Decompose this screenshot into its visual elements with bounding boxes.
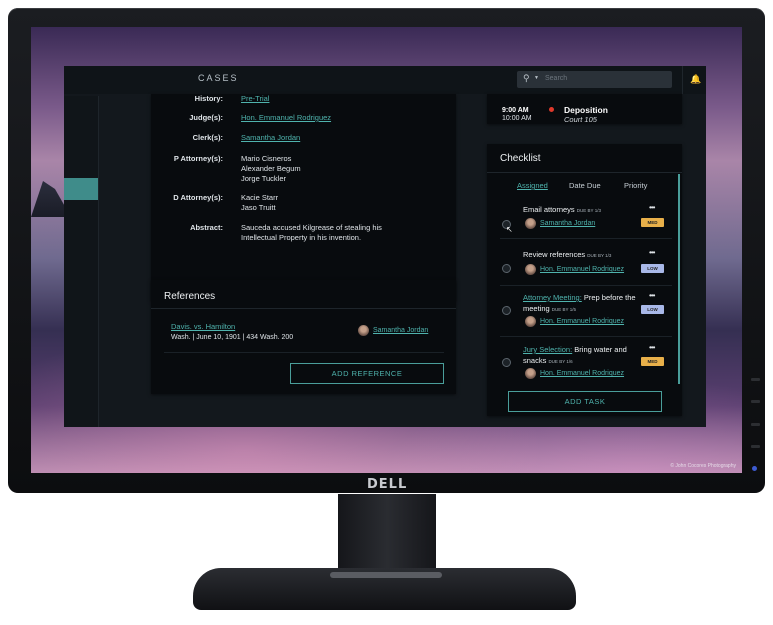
event-location: Court 105 [564, 115, 597, 124]
history-link[interactable]: Pre-Trial [241, 94, 269, 104]
task-assignee-link[interactable]: Samantha Jordan [540, 220, 595, 227]
more-options-icon[interactable]: ••• [649, 203, 655, 212]
task-checkbox[interactable] [502, 264, 511, 273]
judge-label: Judge(s): [189, 113, 223, 122]
search-icon[interactable]: ⚲ [523, 73, 530, 84]
monitor-button[interactable] [751, 445, 760, 448]
task-title[interactable]: Jury Selection: Bring water and snacks D… [523, 344, 643, 367]
top-bar: CASES ⚲ ▼ Search 🔔 [64, 66, 706, 94]
task-assignee-link[interactable]: Hon. Emmanuel Rodriquez [540, 318, 624, 325]
d-attorney-name: Jaso Truitt [241, 203, 276, 212]
references-card: References Davis. vs. Hamilton Wash. | J… [151, 280, 456, 394]
task-checkbox[interactable] [502, 358, 511, 367]
event-status-dot [549, 107, 554, 112]
nav-divider [98, 96, 99, 427]
monitor-button[interactable] [751, 378, 760, 381]
priority-badge: MED [641, 357, 664, 366]
divider [487, 172, 682, 173]
d-attorney-name: Kacie Starr [241, 193, 279, 202]
task-title[interactable]: Email attorneys DUE BY 1/3 [523, 204, 643, 216]
task-title[interactable]: Attorney Meeting: Prep before the meetin… [523, 292, 643, 315]
task-checkbox[interactable] [502, 306, 511, 315]
page-title: CASES [198, 73, 239, 83]
notifications-button[interactable]: 🔔 [682, 66, 706, 94]
history-label: History: [194, 94, 223, 103]
priority-badge: LOW [641, 305, 664, 314]
tab-priority[interactable]: Priority [624, 181, 647, 190]
monitor-button[interactable] [751, 423, 760, 426]
p-attorney-label: P Attorney(s): [173, 154, 223, 163]
task-assignee-link[interactable]: Hon. Emmanuel Rodriquez [540, 370, 624, 377]
abstract-label: Abstract: [190, 223, 223, 232]
abstract-text: Sauceda accused Kilgrease of stealing hi… [241, 223, 382, 243]
clerk-label: Clerk(s): [192, 133, 223, 142]
avatar [525, 218, 536, 229]
tab-date-due[interactable]: Date Due [569, 181, 601, 190]
photo-credit: © John Cocores Photography [670, 463, 736, 469]
avatar [358, 325, 369, 336]
more-options-icon[interactable]: ••• [649, 291, 655, 300]
monitor-stand-highlight [330, 572, 442, 578]
divider [500, 336, 672, 337]
p-attorney-name: Jorge Tuckler [241, 174, 287, 183]
monitor-button[interactable] [751, 400, 760, 403]
checklist-scrollbar[interactable] [678, 174, 680, 384]
bell-icon[interactable]: 🔔 [690, 74, 701, 85]
p-attorney-name: Mario Cisneros [241, 154, 292, 163]
case-details-card: History: Pre-Trial Judge(s): Hon. Emmanu… [151, 94, 456, 301]
priority-badge: LOW [641, 264, 664, 273]
mouse-cursor-icon: ↖ [506, 225, 513, 234]
list-item: Jury Selection: Bring water and snacks D… [487, 343, 676, 393]
power-indicator-icon[interactable] [752, 466, 757, 471]
references-title: References [164, 291, 216, 302]
nav-item-active[interactable] [64, 178, 98, 200]
more-options-icon[interactable]: ••• [649, 343, 655, 352]
search-input[interactable]: ⚲ ▼ Search [517, 71, 672, 88]
monitor-brand-logo: DELL [367, 477, 408, 492]
event-end-time: 10:00 AM [502, 115, 532, 122]
chevron-down-icon[interactable]: ▼ [534, 75, 539, 81]
clerk-link[interactable]: Samantha Jordan [241, 133, 300, 143]
divider [500, 238, 672, 239]
event-title[interactable]: Deposition [564, 105, 608, 115]
more-options-icon[interactable]: ••• [649, 248, 655, 257]
divider [164, 352, 444, 353]
list-item: Attorney Meeting: Prep before the meetin… [487, 291, 676, 341]
p-attorney-list: Mario Cisneros Alexander Begum Jorge Tuc… [241, 154, 301, 184]
checklist-card: Checklist Assigned Date Due Priority Ema… [487, 144, 682, 416]
task-assignee-link[interactable]: Hon. Emmanuel Rodriquez [540, 266, 624, 273]
d-attorney-list: Kacie Starr Jaso Truitt [241, 193, 278, 213]
schedule-card: 9:00 AM 10:00 AM Deposition Court 105 [487, 94, 682, 124]
abstract-line: Intellectual Property in his invention. [241, 233, 362, 242]
reference-citation: Wash. | June 10, 1901 | 434 Wash. 200 [171, 334, 294, 341]
d-attorney-label: D Attorney(s): [173, 193, 223, 202]
search-placeholder: Search [545, 75, 568, 82]
judge-link[interactable]: Hon. Emmanuel Rodriguez [241, 113, 331, 123]
left-nav-rail [64, 96, 98, 427]
list-item: Review references DUE BY 1/3 ••• Hon. Em… [487, 245, 676, 289]
case-app-window: CASES ⚲ ▼ Search 🔔 History: Pre-Trial Ju… [64, 66, 706, 427]
tab-assigned[interactable]: Assigned [517, 181, 548, 190]
reference-author-link[interactable]: Samantha Jordan [373, 327, 428, 334]
avatar [525, 316, 536, 327]
add-reference-button[interactable]: ADD REFERENCE [290, 363, 444, 384]
divider [151, 308, 456, 309]
priority-badge: MED [641, 218, 664, 227]
task-title[interactable]: Review references DUE BY 1/3 [523, 249, 643, 261]
p-attorney-name: Alexander Begum [241, 164, 301, 173]
abstract-line: Sauceda accused Kilgrease of stealing hi… [241, 223, 382, 232]
list-item: Email attorneys DUE BY 1/3 ••• Samantha … [487, 201, 676, 245]
checklist-title: Checklist [500, 153, 541, 164]
avatar [525, 368, 536, 379]
add-task-button[interactable]: ADD TASK [508, 391, 662, 412]
avatar [525, 264, 536, 275]
event-start-time: 9:00 AM [502, 107, 529, 114]
reference-case-link[interactable]: Davis. vs. Hamilton [171, 322, 235, 331]
divider [500, 285, 672, 286]
